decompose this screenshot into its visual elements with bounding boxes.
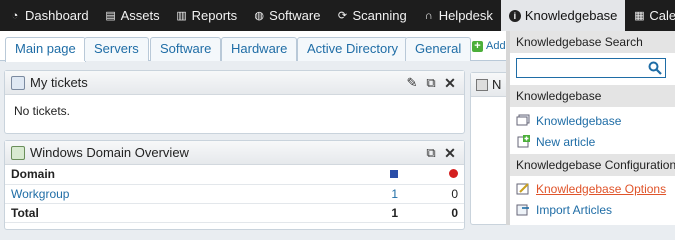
scanning-icon: ⟳ [337,9,348,22]
top-navigation-bar: ◔ Dashboard ▤ Assets ▥ Reports ◍ Softwar… [0,0,675,31]
my-tickets-header: My tickets ✎ ⧉ ✕ [5,71,464,95]
domain-link-workgroup[interactable]: Workgroup [5,184,344,204]
close-icon[interactable]: ✕ [442,75,458,91]
documents-icon [516,114,530,126]
nav-scanning[interactable]: ⟳ Scanning [328,0,414,31]
close-icon[interactable]: ✕ [442,145,458,161]
nav-software-label: Software [269,8,321,23]
tab-main-page[interactable]: Main page [5,37,86,62]
tab-servers[interactable]: Servers [84,37,149,61]
column-header-stop [404,165,464,185]
expand-icon[interactable]: ⧉ [423,145,439,161]
kb-configuration-header: Knowledgebase Configuration [510,154,675,176]
kb-header: Knowledgebase [510,85,675,107]
nav-knowledgebase[interactable]: i Knowledgebase [500,0,626,31]
edit-icon[interactable]: ✎ [404,75,420,91]
helpdesk-icon: ∩ [424,9,433,22]
software-icon: ◍ [254,9,264,22]
kb-search-header: Knowledgebase Search [510,31,675,53]
tab-hardware[interactable]: Hardware [221,37,298,61]
import-icon [516,204,529,216]
info-icon: i [508,9,521,22]
stop-icon [449,169,458,179]
domain-count-b: 0 [404,184,464,204]
domain-overview-title: Windows Domain Overview [30,145,189,160]
nav-calendar-label: Cale [649,8,675,23]
total-count-a: 1 [344,203,404,223]
menu-item-knowledgebase-options[interactable]: Knowledgebase Options [510,178,675,199]
total-label: Total [5,203,344,223]
tab-active-directory[interactable]: Active Directory [297,37,409,61]
menu-item-knowledgebase[interactable]: Knowledgebase [510,110,675,131]
nav-assets[interactable]: ▤ Assets [97,0,168,31]
calendar-icon: ▦ [634,9,645,22]
nav-reports-label: Reports [191,8,238,23]
nav-helpdesk-label: Helpdesk [438,8,493,23]
domain-count-a[interactable]: 1 [344,184,404,204]
dashboard-icon: ◔ [11,9,19,22]
plus-icon: + [472,40,483,52]
add-tab-label: Add [486,40,506,52]
total-count-b: 0 [404,203,464,223]
menu-item-import-articles[interactable]: Import Articles [510,199,675,220]
windows-domain-overview-widget: Windows Domain Overview ⧉ ✕ Domain Workg… [4,140,465,230]
new-article-icon [517,135,530,148]
kb-search-area [510,53,675,85]
search-icon[interactable] [648,61,662,75]
tab-software[interactable]: Software [150,37,222,61]
reports-icon: ▥ [176,9,187,22]
menu-item-new-article[interactable]: New article [510,131,675,152]
partial-widget-header: N [471,73,509,97]
nav-assets-label: Assets [120,8,160,23]
nav-dashboard[interactable]: ◔ Dashboard [0,0,97,31]
my-tickets-title: My tickets [30,75,88,90]
table-row: Workgroup 1 0 [5,184,464,204]
table-header-row: Domain [5,165,464,185]
nav-dashboard-label: Dashboard [25,8,89,23]
nav-scanning-label: Scanning [352,8,407,23]
column-header-domain: Domain [5,165,344,185]
nav-calendar[interactable]: ▦ Cale [625,0,675,31]
partial-widget: N [470,72,510,225]
network-icon [11,145,25,160]
assets-icon: ▤ [105,9,116,22]
kb-search-input[interactable] [517,59,642,77]
knowledgebase-dropdown-menu: Knowledgebase Search Knowledgebase Knowl… [506,31,675,225]
my-tickets-widget: My tickets ✎ ⧉ ✕ No tickets. [4,70,465,134]
menu-item-knowledgebase-label: Knowledgebase [536,113,622,128]
table-total-row: Total 1 0 [5,203,464,223]
nav-helpdesk[interactable]: ∩ Helpdesk [415,0,501,31]
building-icon [476,78,488,91]
menu-item-knowledgebase-options-label: Knowledgebase Options [536,181,667,196]
partial-widget-title: N [492,77,502,92]
expand-icon[interactable]: ⧉ [423,75,439,91]
tickets-icon [11,75,25,90]
dashboard-tab-bar: Main page Servers Software Hardware Acti… [0,31,510,62]
domain-table: Domain Workgroup 1 0 Total 1 0 [5,165,464,223]
my-tickets-body: No tickets. [14,104,71,118]
nav-reports[interactable]: ▥ Reports [168,0,246,31]
nav-software[interactable]: ◍ Software [245,0,328,31]
add-tab-button[interactable]: + Add [472,40,506,52]
flag-icon [390,170,398,179]
nav-knowledgebase-label: Knowledgebase [524,8,618,23]
menu-item-import-articles-label: Import Articles [536,202,613,217]
options-icon [516,183,529,195]
domain-overview-header: Windows Domain Overview ⧉ ✕ [5,141,464,165]
menu-item-new-article-label: New article [536,134,596,149]
kb-search-box [516,58,666,78]
tab-general[interactable]: General [405,37,472,61]
column-header-flag [344,165,404,185]
